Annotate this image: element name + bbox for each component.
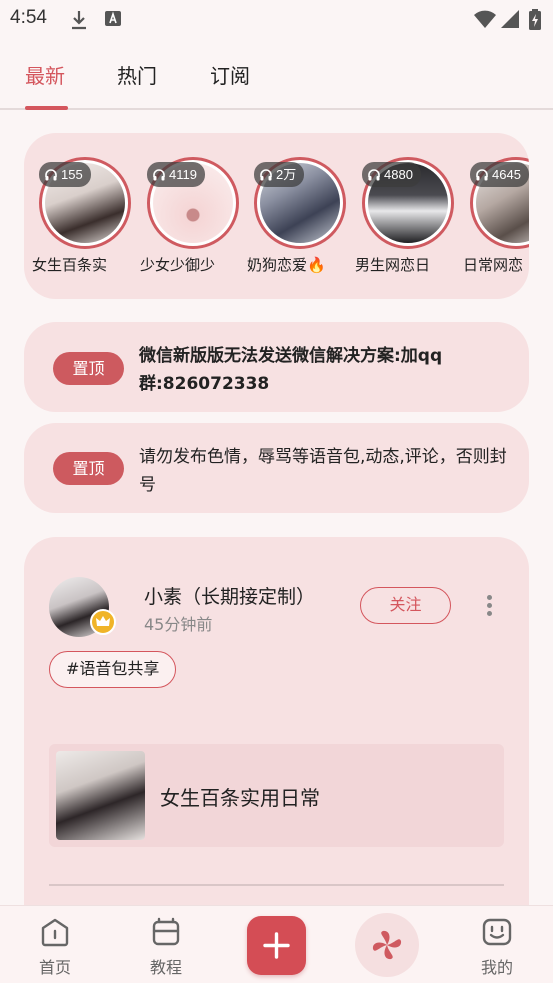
status-time: 4:54 (10, 7, 47, 28)
listen-count: 4119 (169, 167, 197, 182)
active-tab-indicator (25, 106, 68, 110)
pinwheel-button[interactable] (355, 913, 419, 977)
app-notification-icon (105, 11, 121, 26)
story-name: 男生网恋日 (355, 256, 431, 274)
pinned-notice[interactable]: 置顶 请勿发布色情，辱骂等语音包,动态,评论，否则封号 (24, 423, 529, 513)
story-name: 少女少御少 (140, 256, 216, 274)
listen-count-badge: 4119 (147, 162, 205, 187)
voice-pack-card[interactable]: 女生百条实用日常 (49, 744, 504, 847)
story-item[interactable]: 4119 少女少御少 (132, 155, 240, 285)
post-time: 45分钟前 (144, 615, 213, 634)
download-icon (72, 11, 86, 30)
pinned-text: 微信新版版无法发送微信解决方案:加qq群:826072338 (139, 346, 443, 394)
story-item[interactable]: 155 女生百条实 (24, 155, 132, 285)
plus-icon (263, 932, 290, 959)
battery-charging-icon (529, 9, 541, 30)
add-post-button[interactable] (247, 916, 306, 975)
tab-latest[interactable]: 最新 (25, 60, 65, 89)
listen-count-badge: 4880 (362, 162, 421, 187)
crown-icon (90, 609, 116, 635)
home-icon (41, 918, 69, 947)
listen-count-badge: 4645 (470, 162, 529, 187)
nav-home[interactable]: 首页 (25, 916, 85, 978)
listen-count: 4645 (492, 167, 521, 182)
pinned-badge: 置顶 (53, 352, 124, 385)
tab-subscribe[interactable]: 订阅 (210, 60, 250, 89)
headphones-icon (45, 169, 57, 181)
voice-pack-carousel: 155 女生百条实 4119 少女少御少 2万 奶狗恋爱🔥 4880 男生网恋日… (24, 133, 529, 299)
nav-mine-label: 我的 (480, 958, 513, 977)
listen-count-badge: 2万 (254, 162, 305, 187)
tab-hot[interactable]: 热门 (117, 60, 157, 89)
smiley-profile-icon (482, 918, 512, 946)
story-item[interactable]: 4880 男生网恋日 (347, 155, 455, 285)
signal-icon (501, 10, 519, 28)
pinned-notice[interactable]: 置顶 微信新版版无法发送微信解决方案:加qq群:826072338 (24, 322, 529, 412)
status-bar: 4:54 (0, 0, 553, 38)
story-item[interactable]: 2万 奶狗恋爱🔥 (239, 155, 347, 285)
story-item[interactable]: 4645 日常网恋 (455, 155, 529, 285)
username[interactable]: 小素（长期接定制） (144, 582, 315, 609)
story-name: 女生百条实 (32, 256, 108, 274)
pinned-badge: 置顶 (53, 452, 124, 485)
voice-pack-title: 女生百条实用日常 (160, 786, 320, 810)
listen-count-badge: 155 (39, 162, 91, 187)
book-icon (152, 917, 180, 946)
more-options-icon[interactable] (483, 595, 495, 619)
headphones-icon (260, 169, 272, 181)
headphones-icon (153, 169, 165, 181)
story-name: 奶狗恋爱🔥 (247, 256, 326, 274)
nav-tutorial[interactable]: 教程 (136, 916, 196, 978)
headphones-icon (368, 169, 380, 181)
topic-tag[interactable]: #语音包共享 (49, 651, 177, 688)
post-card: 小素（长期接定制） 45分钟前 关注 #语音包共享 女生百条实用日常 (24, 537, 529, 957)
listen-count: 155 (61, 167, 83, 182)
pinned-text: 请勿发布色情，辱骂等语音包,动态,评论，否则封号 (139, 447, 507, 495)
divider (49, 884, 504, 886)
listen-count: 4880 (384, 167, 413, 182)
nav-mine[interactable]: 我的 (467, 916, 527, 978)
story-name: 日常网恋 (463, 256, 524, 274)
pinwheel-icon (372, 930, 402, 960)
feed-tabs: 最新 热门 订阅 (0, 38, 553, 110)
voice-pack-thumbnail (56, 751, 145, 840)
headphones-icon (476, 169, 488, 181)
bottom-navigation: 首页 教程 我的 (0, 905, 553, 983)
nav-tutorial-label: 教程 (149, 958, 182, 977)
follow-button[interactable]: 关注 (360, 587, 451, 624)
nav-home-label: 首页 (38, 958, 71, 977)
wifi-icon (474, 10, 496, 28)
listen-count: 2万 (276, 167, 297, 182)
